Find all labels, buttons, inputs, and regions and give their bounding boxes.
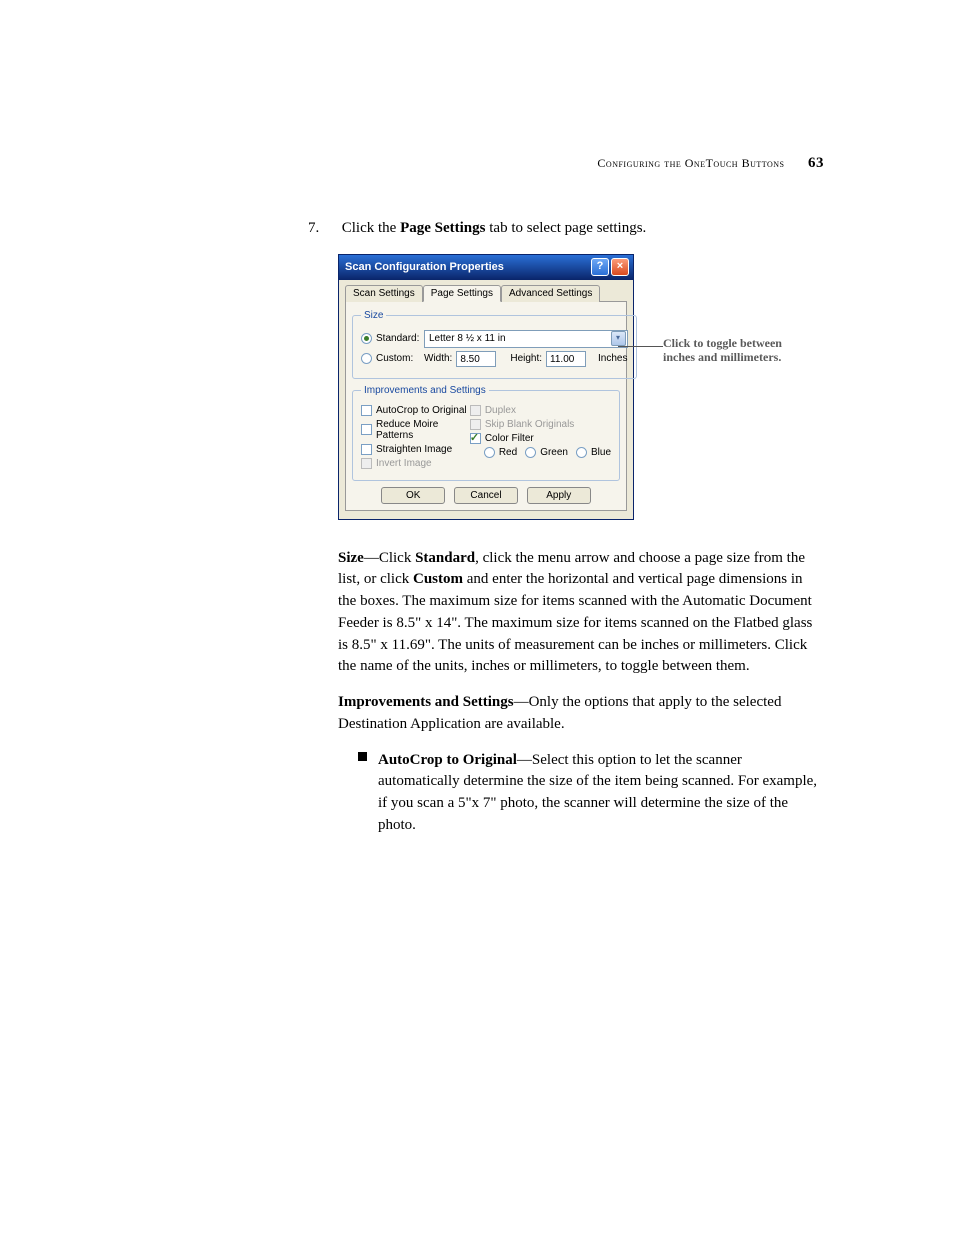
size-paragraph: Size—Click Standard, click the menu arro…	[338, 548, 824, 679]
callout-leader-line	[618, 346, 663, 347]
tab-page-settings[interactable]: Page Settings	[423, 285, 501, 302]
custom-radio[interactable]	[361, 353, 372, 364]
blue-label: Blue	[591, 447, 611, 458]
help-icon[interactable]: ?	[591, 258, 609, 276]
step-7: 7. Click the Page Settings tab to select…	[338, 217, 824, 240]
cancel-button[interactable]: Cancel	[454, 487, 518, 504]
scan-config-dialog: Scan Configuration Properties ? × Scan S…	[338, 254, 634, 520]
apply-button[interactable]: Apply	[527, 487, 591, 504]
colorfilter-checkbox[interactable]	[470, 433, 481, 444]
tab-scan-settings[interactable]: Scan Settings	[345, 285, 423, 302]
improvements-paragraph: Improvements and Settings—Only the optio…	[338, 692, 824, 736]
invert-label: Invert Image	[376, 458, 432, 469]
standard-label: Standard:	[376, 333, 424, 344]
straighten-label: Straighten Image	[376, 444, 452, 455]
step-number: 7.	[308, 217, 338, 240]
custom-label: Custom:	[376, 353, 424, 364]
close-icon[interactable]: ×	[611, 258, 629, 276]
improvements-group: Improvements and Settings AutoCrop to Or…	[352, 385, 620, 481]
units-label[interactable]: Inches	[598, 353, 627, 364]
tab-advanced-settings[interactable]: Advanced Settings	[501, 285, 600, 302]
autocrop-checkbox[interactable]	[361, 405, 372, 416]
autocrop-bullet: AutoCrop to Original—Select this option …	[358, 750, 824, 837]
standard-size-combo[interactable]: Letter 8 ½ x 11 in ▾	[424, 330, 628, 348]
titlebar: Scan Configuration Properties ? ×	[339, 255, 633, 280]
skipblank-label: Skip Blank Originals	[485, 419, 574, 430]
standard-radio[interactable]	[361, 333, 372, 344]
skipblank-checkbox	[470, 419, 481, 430]
tab-strip: Scan Settings Page Settings Advanced Set…	[345, 284, 627, 302]
height-label: Height:	[510, 353, 542, 364]
width-label: Width:	[424, 353, 452, 364]
green-radio[interactable]	[525, 447, 536, 458]
duplex-checkbox	[470, 405, 481, 416]
green-label: Green	[540, 447, 568, 458]
height-field[interactable]: 11.00	[546, 351, 586, 367]
red-label: Red	[499, 447, 517, 458]
header-prefix: Configuring the OneTouch Buttons	[597, 156, 784, 170]
moire-checkbox[interactable]	[361, 424, 372, 435]
moire-label: Reduce Moire Patterns	[376, 419, 470, 441]
width-field[interactable]: 8.50	[456, 351, 496, 367]
callout-text: Click to toggle between inches and milli…	[663, 336, 803, 365]
page-number: 63	[808, 155, 824, 171]
red-radio[interactable]	[484, 447, 495, 458]
autocrop-label: AutoCrop to Original	[376, 405, 467, 416]
dialog-title: Scan Configuration Properties	[345, 261, 504, 273]
running-header: Configuring the OneTouch Buttons 63	[338, 155, 824, 172]
invert-checkbox	[361, 458, 372, 469]
chevron-down-icon[interactable]: ▾	[611, 331, 626, 346]
colorfilter-label: Color Filter	[485, 433, 534, 444]
ok-button[interactable]: OK	[381, 487, 445, 504]
duplex-label: Duplex	[485, 405, 516, 416]
bullet-marker-icon	[358, 752, 367, 761]
straighten-checkbox[interactable]	[361, 444, 372, 455]
size-group: Size Standard: Letter 8 ½ x 11 in ▾ Cust…	[352, 310, 637, 379]
dialog-screenshot: Scan Configuration Properties ? × Scan S…	[338, 254, 824, 520]
size-legend: Size	[361, 310, 386, 321]
blue-radio[interactable]	[576, 447, 587, 458]
improvements-legend: Improvements and Settings	[361, 385, 489, 396]
